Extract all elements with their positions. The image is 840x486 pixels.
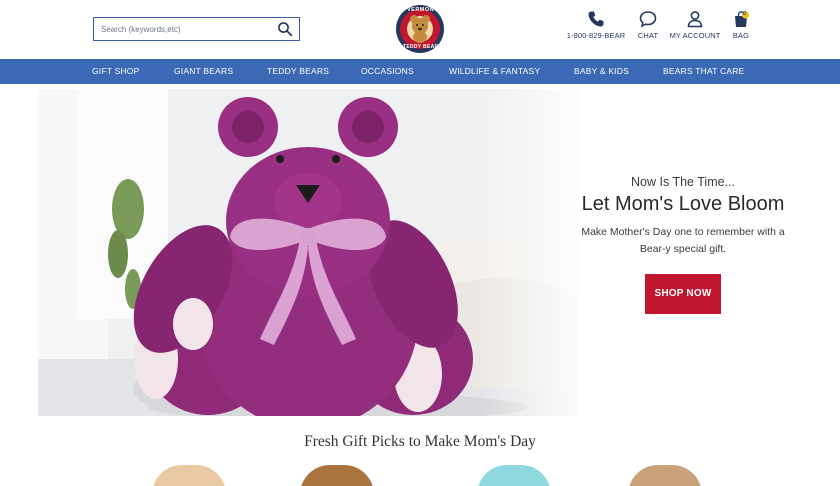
hero-eyebrow: Now Is The Time... [631,175,735,189]
search-icon[interactable] [277,21,293,37]
bag-link[interactable]: 0 BAG [728,10,754,40]
nav-item-bears-that-care[interactable]: BEARS THAT CARE [663,59,744,84]
shop-now-button[interactable]: SHOP NOW [645,274,721,314]
hero-subtext: Make Mother's Day one to remember with a… [558,224,803,258]
nav-item-giant-bears[interactable]: GIANT BEARS [174,59,233,84]
nav-item-gift-shop[interactable]: GIFT SHOP [92,59,139,84]
nav-item-baby-kids[interactable]: BABY & KIDS [574,59,629,84]
site-header: VERMONT TEDDY BEAR 1-800-829-BEAR CHAT M… [0,0,840,58]
header-utilities: 1-800-829-BEAR CHAT MY ACCOUNT 0 BAG [560,10,760,50]
logo-text-bottom: TEDDY BEAR [403,44,439,50]
product-thumbnail[interactable] [477,465,551,486]
bag-count: 0 [743,11,747,17]
section-title: Fresh Gift Picks to Make Mom's Day [304,433,536,450]
nav-item-teddy-bears[interactable]: TEDDY BEARS [267,59,329,84]
search-input[interactable] [94,18,269,40]
search-box [93,17,300,41]
hero-subtext-line2: Bear-y special gift. [639,243,727,255]
brand-logo[interactable]: VERMONT TEDDY BEAR [395,4,445,54]
product-strip [0,465,840,486]
nav-item-occasions[interactable]: OCCASIONS [361,59,414,84]
hero-subtext-line1: Make Mother's Day one to remember with a [581,226,785,238]
hero-copy: Now Is The Time... Let Mom's Love Bloom … [558,175,803,314]
product-thumbnail[interactable] [152,465,226,486]
account-label: MY ACCOUNT [669,31,721,40]
phone-label: 1-800-829-BEAR [566,31,626,40]
chat-icon [639,11,657,28]
chat-label: CHAT [637,31,659,40]
bag-label: BAG [732,31,750,40]
phone-link[interactable]: 1-800-829-BEAR [564,10,628,40]
hero-banner[interactable]: Now Is The Time... Let Mom's Love Bloom … [38,89,803,416]
main-nav: GIFT SHOP GIANT BEARS TEDDY BEARS OCCASI… [0,59,840,84]
user-icon [687,11,703,28]
bag-icon [735,11,750,27]
product-thumbnail[interactable] [628,465,702,486]
chat-link[interactable]: CHAT [634,10,662,40]
account-link[interactable]: MY ACCOUNT [667,10,723,40]
logo-text-top: VERMONT [407,7,438,13]
phone-icon [588,11,604,27]
nav-item-wildlife-fantasy[interactable]: WILDLIFE & FANTASY [449,59,540,84]
hero-headline: Let Mom's Love Bloom [581,193,785,215]
product-thumbnail[interactable] [300,465,374,486]
